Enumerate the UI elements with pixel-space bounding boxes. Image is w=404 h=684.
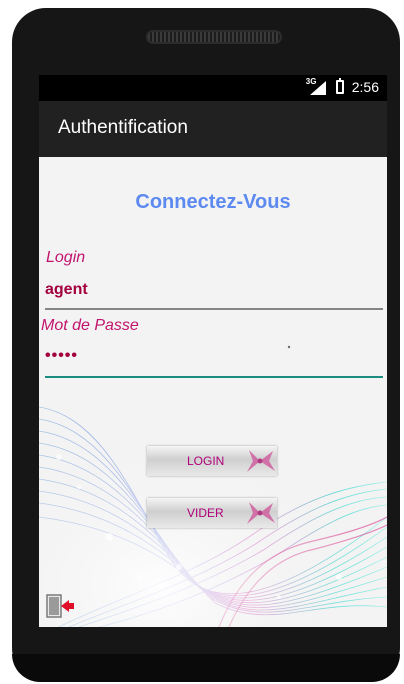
app-title: Authentification	[58, 117, 188, 138]
bow-icon	[247, 450, 275, 472]
clear-button[interactable]: VIDER	[147, 498, 277, 528]
clear-button-label: VIDER	[187, 506, 224, 520]
login-label: Login	[46, 249, 86, 266]
password-label: Mot de Passe	[41, 317, 139, 334]
wave-background	[39, 157, 387, 627]
bow-icon	[247, 502, 275, 524]
clock: 2:56	[351, 79, 379, 95]
page-heading: Connectez-Vous	[135, 191, 291, 213]
bottom-bezel	[12, 654, 400, 682]
speaker-grille	[146, 30, 282, 44]
password-input[interactable]: •••••	[45, 347, 383, 369]
password-underline	[45, 376, 383, 378]
login-button[interactable]: LOGIN	[147, 446, 277, 476]
device-screen: 3G 2:56 Authentification Connectez-Vous …	[39, 75, 387, 627]
signal-icon: 3G	[306, 77, 328, 95]
status-bar: 3G 2:56	[39, 75, 387, 101]
login-screen: Connectez-Vous Login agent Mot de Passe …	[39, 157, 387, 627]
battery-icon	[335, 78, 344, 94]
exit-door-icon[interactable]	[45, 593, 75, 619]
login-button-label: LOGIN	[187, 454, 225, 468]
app-bar: Authentification	[39, 101, 387, 157]
login-input[interactable]: agent	[45, 281, 383, 303]
login-underline	[45, 308, 383, 310]
